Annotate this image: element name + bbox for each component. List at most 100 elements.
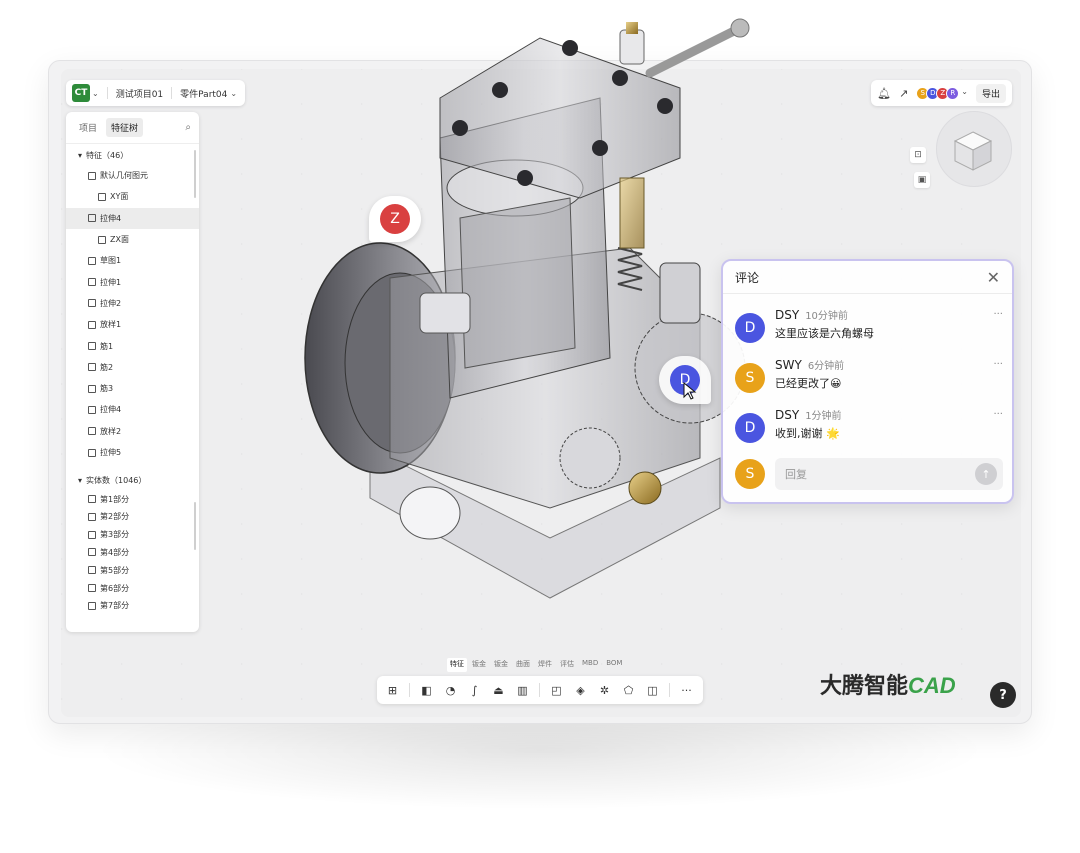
- project-breadcrumb-bar: CT ⌄ 测试项目01 零件Part04 ⌄: [66, 80, 246, 106]
- app-menu-button[interactable]: CT ⌄: [72, 84, 99, 102]
- body-tree-item[interactable]: 第2部分: [66, 508, 199, 526]
- pattern-icon[interactable]: ✲: [595, 681, 614, 700]
- feature-icon: [88, 256, 96, 265]
- share-icon[interactable]: ↗: [899, 87, 908, 100]
- body-tree-item[interactable]: 第7部分: [66, 597, 199, 615]
- add-icon[interactable]: ⊞: [383, 681, 402, 700]
- feature-icon: [88, 214, 96, 223]
- body-icon: [88, 512, 96, 521]
- feature-list: 默认几何图元 XY面 拉伸4 ZX面 草图1 拉伸1 拉伸2 放样1 筋1 筋2 筋3 拉伸4 放样2 拉…: [66, 165, 199, 463]
- avatar: S: [735, 363, 765, 393]
- extrude-icon[interactable]: ◧: [417, 681, 436, 700]
- boundary-icon[interactable]: ▥: [513, 681, 532, 700]
- feature-tree-item[interactable]: 拉伸2: [66, 293, 199, 314]
- feature-label: 筋3: [100, 384, 114, 394]
- body-tree-item[interactable]: 第6部分: [66, 579, 199, 597]
- help-button[interactable]: ?: [990, 682, 1016, 708]
- tab-bom[interactable]: BOM: [603, 658, 625, 672]
- feature-tree-item[interactable]: XY面: [66, 186, 199, 207]
- fit-view-icon[interactable]: ⊡: [910, 147, 926, 163]
- collaborator-avatars[interactable]: S D Z R ⌄: [916, 86, 968, 100]
- part-selector[interactable]: 零件Part04 ⌄: [180, 87, 237, 100]
- view-cube[interactable]: [951, 128, 995, 172]
- feature-tree-item[interactable]: 筋1: [66, 335, 199, 356]
- body-label: 第1部分: [100, 494, 130, 504]
- reply-row: S 回复 ↑: [735, 458, 1003, 490]
- body-icon: [88, 584, 96, 593]
- feature-tree-item[interactable]: 草图1: [66, 250, 199, 271]
- body-tree-item[interactable]: 第4部分: [66, 544, 199, 562]
- comment-author: SWY: [775, 358, 802, 372]
- feature-tree-item[interactable]: ZX面: [66, 229, 199, 250]
- bell-icon[interactable]: 🔔︎: [877, 87, 891, 100]
- revolve-icon[interactable]: ◔: [441, 681, 460, 700]
- avatar: D: [735, 413, 765, 443]
- feature-tree-item[interactable]: 拉伸4: [66, 399, 199, 420]
- tab-sheet-metal[interactable]: 钣金: [469, 658, 489, 672]
- feature-tree-item[interactable]: 放样1: [66, 314, 199, 335]
- scrollbar[interactable]: [194, 150, 196, 198]
- divider: [409, 683, 410, 697]
- tab-mbd[interactable]: MBD: [579, 658, 601, 672]
- feature-icon: [88, 278, 96, 287]
- features-group-header[interactable]: ▾ 特征（46）: [66, 144, 199, 165]
- plane-icon: [98, 235, 106, 244]
- feature-tree-item[interactable]: 拉伸5: [66, 442, 199, 463]
- comment-marker-z[interactable]: Z: [369, 196, 421, 242]
- view-mode-icon[interactable]: ▣: [914, 172, 930, 188]
- more-icon[interactable]: ···: [677, 681, 696, 700]
- more-icon[interactable]: ···: [993, 409, 1003, 420]
- feature-icon: [88, 448, 96, 457]
- tab-feature[interactable]: 特征: [447, 658, 467, 672]
- body-tree-item[interactable]: 第3部分: [66, 526, 199, 544]
- tab-feature-tree[interactable]: 特征树: [106, 118, 144, 137]
- reply-input[interactable]: 回复 ↑: [775, 458, 1003, 490]
- avatar: R: [946, 86, 960, 100]
- avatar: D: [735, 313, 765, 343]
- feature-tree-item[interactable]: 拉伸1: [66, 271, 199, 292]
- send-button[interactable]: ↑: [975, 463, 997, 485]
- caret-down-icon: ▾: [78, 476, 83, 486]
- project-name[interactable]: 测试项目01: [116, 87, 163, 100]
- feature-label: 默认几何图元: [100, 171, 148, 181]
- chamfer-icon[interactable]: ◈: [571, 681, 590, 700]
- sidebar-tabs: 项目 特征树 ⌕: [66, 112, 199, 144]
- feature-icon: [88, 342, 96, 351]
- comments-panel: 评论 ✕ D DSY 10分钟前 这里应该是六角螺母 ··· S SWY 6分钟…: [721, 259, 1014, 504]
- reply-placeholder: 回复: [785, 468, 807, 481]
- workbench-tabs: 特征 钣金 钣金 曲面 焊件 评估 MBD BOM: [447, 658, 625, 672]
- more-icon[interactable]: ···: [993, 309, 1003, 320]
- chevron-down-icon: ⌄: [92, 88, 99, 98]
- app-logo: CT: [72, 84, 90, 102]
- body-icon: [88, 495, 96, 504]
- feature-tree-item[interactable]: 默认几何图元: [66, 165, 199, 186]
- bodies-group-header[interactable]: ▾ 实体数（1046）: [66, 469, 199, 490]
- search-icon[interactable]: ⌕: [185, 122, 191, 133]
- export-button[interactable]: 导出: [975, 83, 1006, 103]
- loft-icon[interactable]: ⏏: [489, 681, 508, 700]
- tab-evaluate[interactable]: 评估: [557, 658, 577, 672]
- body-tree-item[interactable]: 第5部分: [66, 561, 199, 579]
- feature-tree-item[interactable]: 筋3: [66, 378, 199, 399]
- sweep-icon[interactable]: ∫: [465, 681, 484, 700]
- tab-weldment[interactable]: 焊件: [535, 658, 555, 672]
- close-icon[interactable]: ✕: [987, 268, 1000, 287]
- draft-icon[interactable]: ◫: [643, 681, 662, 700]
- shell-icon[interactable]: ⬠: [619, 681, 638, 700]
- feature-tree-item[interactable]: 筋2: [66, 357, 199, 378]
- engine-model[interactable]: [300, 18, 760, 618]
- tab-project[interactable]: 项目: [74, 118, 102, 137]
- scrollbar[interactable]: [194, 502, 196, 550]
- feature-toolbar: ⊞ ◧ ◔ ∫ ⏏ ▥ ◰ ◈ ✲ ⬠ ◫ ···: [377, 676, 703, 704]
- feature-tree-item[interactable]: 放样2: [66, 421, 199, 442]
- tab-surface[interactable]: 曲面: [513, 658, 533, 672]
- tab-sheet-metal-2[interactable]: 钣金: [491, 658, 511, 672]
- feature-icon: [88, 171, 96, 180]
- more-icon[interactable]: ···: [993, 359, 1003, 370]
- feature-label: 拉伸2: [100, 298, 122, 308]
- body-tree-item[interactable]: 第1部分: [66, 490, 199, 508]
- feature-tree-item[interactable]: 拉伸4: [66, 207, 199, 229]
- fillet-icon[interactable]: ◰: [547, 681, 566, 700]
- comment-author: DSY: [775, 308, 800, 322]
- feature-icon: [88, 384, 96, 393]
